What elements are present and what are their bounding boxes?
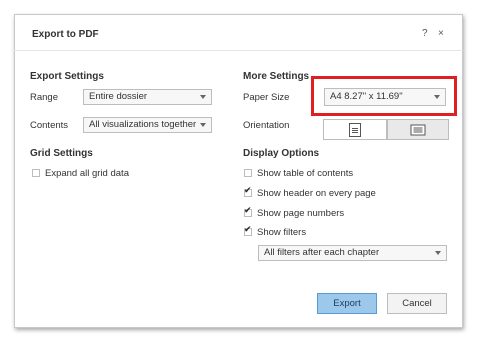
paper-size-highlight [311,76,457,116]
display-options-heading: Display Options [243,148,320,159]
contents-label: Contents [30,120,69,131]
range-select-value: Entire dossier [89,91,148,102]
chevron-down-icon [435,251,441,255]
chevron-down-icon [200,95,206,99]
help-icon[interactable]: ? [422,28,428,39]
contents-select-value: All visualizations together [89,119,197,130]
portrait-page-icon [349,122,361,137]
filters-placement-value: All filters after each chapter [264,247,380,258]
orientation-portrait-button[interactable] [323,119,387,140]
show-toc-checkbox[interactable] [244,169,252,177]
close-icon[interactable]: × [438,28,444,39]
range-select[interactable]: Entire dossier [83,89,212,105]
expand-grid-label: Expand all grid data [45,168,129,179]
show-filters-checkbox[interactable] [244,225,252,236]
show-toc-label: Show table of contents [257,168,354,179]
chevron-down-icon [200,123,206,127]
expand-grid-checkbox[interactable] [32,169,40,177]
range-label: Range [30,92,58,103]
show-page-numbers-checkbox[interactable] [244,206,252,217]
show-header-label: Show header on every page [257,188,376,199]
more-settings-heading: More Settings [243,71,310,82]
orientation-label: Orientation [243,120,290,131]
show-filters-label: Show filters [257,227,307,238]
filters-placement-select[interactable]: All filters after each chapter [258,245,447,261]
show-page-numbers-label: Show page numbers [257,208,345,219]
paper-size-label: Paper Size [243,92,290,103]
grid-settings-heading: Grid Settings [30,148,93,159]
show-header-checkbox[interactable] [244,186,252,197]
contents-select[interactable]: All visualizations together [83,117,212,133]
cancel-button[interactable]: Cancel [387,293,447,314]
landscape-page-icon [410,124,426,135]
export-settings-heading: Export Settings [30,71,104,82]
export-button[interactable]: Export [317,293,377,314]
header-divider [14,50,463,51]
orientation-landscape-button[interactable] [387,119,449,140]
dialog-title: Export to PDF [32,29,99,40]
